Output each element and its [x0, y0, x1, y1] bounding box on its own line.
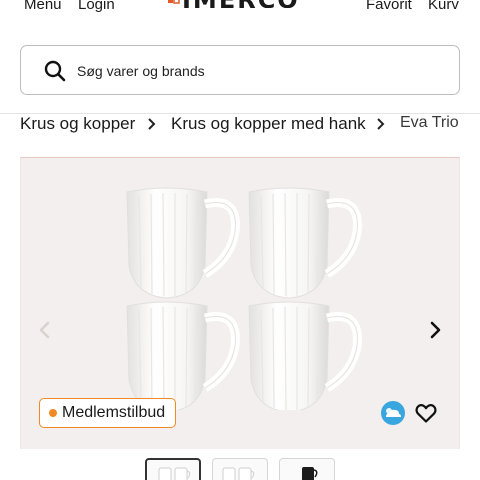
thumbnail-1[interactable] [145, 458, 201, 480]
logo-text: IMERCO [182, 0, 300, 8]
badge-label: Medlemstilbud [62, 404, 166, 421]
member-offer-badge: Medlemstilbud [39, 398, 177, 428]
product-image[interactable] [113, 180, 375, 410]
thumbnail-image [302, 467, 318, 480]
login-link[interactable]: Login [78, 0, 115, 13]
cart-link[interactable]: Kurv [428, 0, 459, 13]
search-input[interactable] [77, 60, 437, 82]
menu-link[interactable]: Menu [24, 0, 62, 13]
thumbnail-strip [0, 458, 480, 480]
thumbnail-image [222, 467, 255, 480]
gallery-next-button[interactable] [425, 318, 445, 342]
logo-mark-icon [168, 0, 180, 4]
search-icon [44, 60, 66, 82]
thumbnail-image [158, 467, 191, 480]
chevron-right-icon [377, 118, 385, 130]
favorites-link[interactable]: Favorit [366, 0, 412, 13]
gallery-prev-button[interactable] [35, 318, 55, 342]
top-bar: Menu Login IMERCO Favorit Kurv [0, 0, 480, 22]
heart-icon[interactable] [414, 401, 438, 425]
chevron-right-icon [148, 118, 156, 130]
breadcrumb-item-krus-og-kopper[interactable]: Krus og kopper [20, 114, 135, 134]
cloud-sun-icon [381, 401, 405, 425]
logo[interactable]: IMERCO [166, 0, 312, 8]
thumbnail-2[interactable] [212, 458, 268, 480]
search-bar[interactable] [20, 45, 460, 95]
thumbnail-3[interactable] [279, 458, 335, 480]
badge-dot-icon [49, 409, 57, 417]
breadcrumb-item-current: Eva Trio [400, 114, 459, 131]
breadcrumb-item-krus-med-hank[interactable]: Krus og kopper med hank [171, 114, 366, 134]
